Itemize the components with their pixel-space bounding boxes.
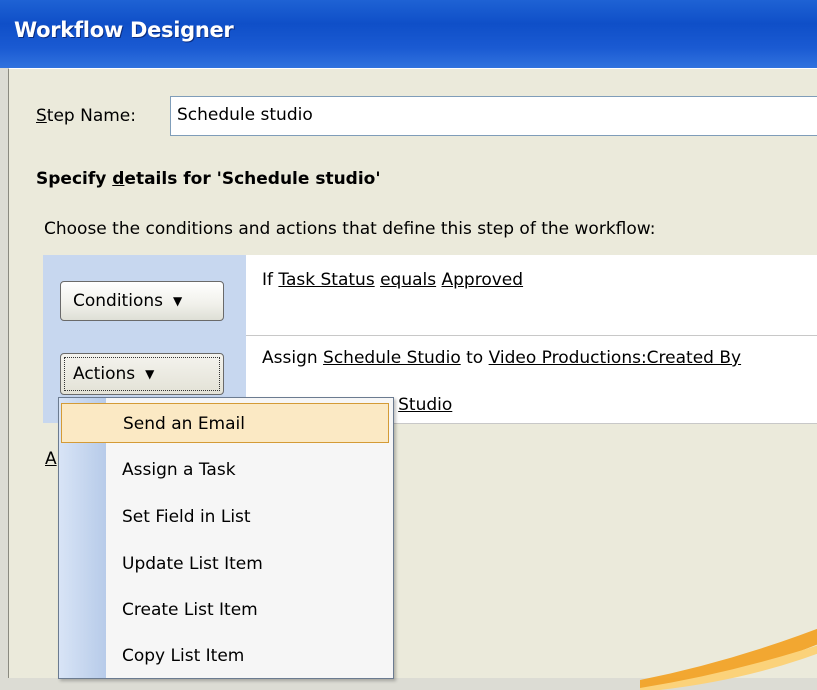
menu-item-send-email[interactable]: Send an Email xyxy=(61,403,389,443)
actions-dropdown-menu: Send an Email Assign a Task Set Field in… xyxy=(58,397,394,679)
menu-item-assign-task[interactable]: Assign a Task xyxy=(61,450,389,490)
instruction-text: Choose the conditions and actions that d… xyxy=(44,219,656,239)
dropdown-arrow-icon: ▼ xyxy=(145,367,155,381)
step-name-label: Step Name: xyxy=(36,106,136,126)
studio-link[interactable]: Studio xyxy=(398,395,452,415)
operator-link[interactable]: equals xyxy=(380,270,436,290)
action-rule-2: l Studio xyxy=(388,395,452,415)
add-link-partial[interactable]: A xyxy=(45,449,57,469)
value-link[interactable]: Approved xyxy=(442,270,524,290)
dropdown-arrow-icon: ▼ xyxy=(172,294,183,308)
window-title: Workflow Designer xyxy=(14,18,234,42)
menu-item-create-list-item[interactable]: Create List Item xyxy=(61,590,389,630)
row-divider xyxy=(246,335,817,336)
title-bar: Workflow Designer xyxy=(0,0,817,68)
actions-button[interactable]: Actions ▼ xyxy=(60,353,224,395)
action-rule: Assign Schedule Studio to Video Producti… xyxy=(262,348,742,368)
field-link[interactable]: Task Status xyxy=(278,270,374,290)
menu-item-update-list-item[interactable]: Update List Item xyxy=(61,544,389,584)
step-name-input[interactable]: Schedule studio xyxy=(170,96,817,136)
assignee-link[interactable]: Video Productions:Created By xyxy=(489,348,741,368)
menu-item-copy-list-item[interactable]: Copy List Item xyxy=(61,636,389,676)
task-link[interactable]: Schedule Studio xyxy=(323,348,461,368)
conditions-button[interactable]: Conditions ▼ xyxy=(60,281,224,321)
section-heading: Specify details for 'Schedule studio' xyxy=(36,169,381,189)
menu-item-set-field[interactable]: Set Field in List xyxy=(61,497,389,537)
condition-rule: If Task Status equals Approved xyxy=(262,270,524,290)
